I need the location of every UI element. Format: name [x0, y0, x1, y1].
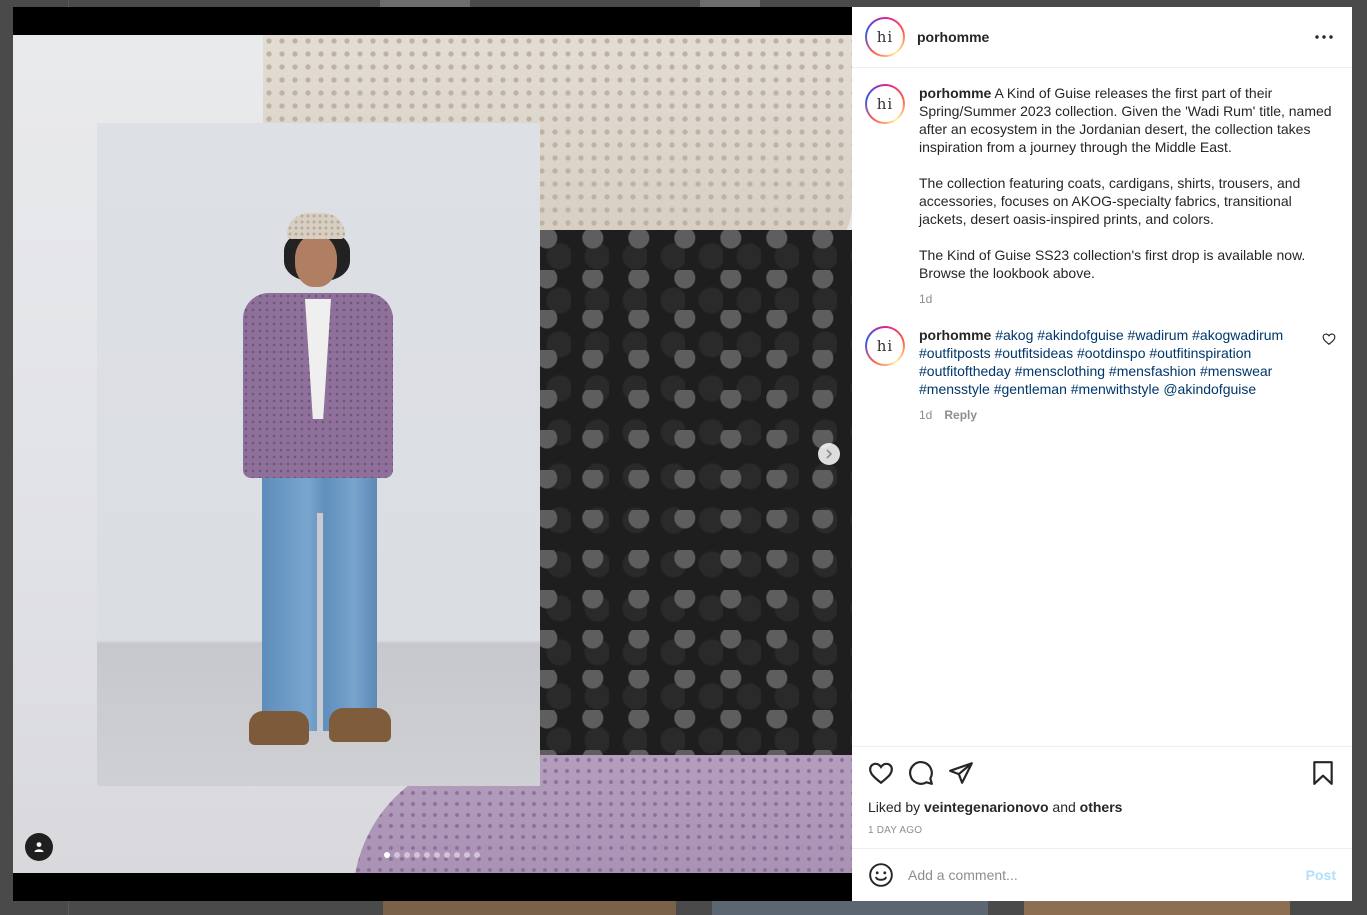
caption-meta: 1d	[919, 290, 1336, 308]
more-horizontal-icon	[1315, 35, 1333, 39]
avatar-logo: hi	[867, 86, 903, 122]
model-hat	[287, 213, 345, 239]
leg-gap	[317, 513, 323, 731]
chevron-right-icon	[826, 449, 833, 459]
comment-item: hi porhomme #akog #akindofguise #wadirum…	[865, 326, 1336, 424]
caption-username[interactable]: porhomme	[919, 85, 991, 101]
avatar-logo: hi	[867, 19, 903, 55]
carousel-dot	[434, 852, 440, 858]
avatar[interactable]: hi	[865, 326, 905, 366]
comment-username[interactable]: porhomme	[919, 327, 991, 343]
caption: hi porhomme A Kind of Guise releases the…	[865, 84, 1336, 308]
comment-bubble-icon[interactable]	[908, 760, 934, 786]
user-tag-icon	[34, 842, 44, 852]
comment-composer: Post	[852, 848, 1352, 901]
carousel-dot	[414, 852, 420, 858]
model-face	[295, 235, 337, 287]
post-modal: hi porhomme hi porhomme A Kind of Guise …	[13, 7, 1352, 901]
model-boot-left	[249, 711, 309, 745]
comment-meta: 1d Reply	[919, 406, 1308, 424]
carousel-dot	[424, 852, 430, 858]
carousel-photo[interactable]	[13, 35, 852, 873]
carousel-dot	[444, 852, 450, 858]
carousel-dot	[404, 852, 410, 858]
post-author[interactable]: porhomme	[917, 29, 1312, 45]
lookbook-inset	[97, 123, 540, 786]
tagged-users-button[interactable]	[25, 833, 53, 861]
carousel-next-button[interactable]	[818, 443, 840, 465]
carousel-dot	[394, 852, 400, 858]
likes-and: and	[1052, 799, 1076, 815]
bookmark-icon[interactable]	[1310, 760, 1336, 786]
post-sidebar: hi porhomme hi porhomme A Kind of Guise …	[852, 7, 1352, 901]
avatar-logo: hi	[867, 328, 903, 364]
comments-list: hi porhomme A Kind of Guise releases the…	[852, 68, 1352, 746]
likes-user[interactable]: veintegenarionovo	[924, 799, 1048, 815]
carousel-dot	[474, 852, 480, 858]
avatar[interactable]: hi	[865, 84, 905, 124]
likes-summary: Liked by veintegenarionovo and others	[868, 799, 1336, 815]
comment-time[interactable]: 1d	[919, 406, 932, 424]
backdrop-thumb	[383, 901, 676, 915]
post-timestamp[interactable]: 1 DAY AGO	[868, 825, 1336, 836]
caption-time[interactable]: 1d	[919, 290, 932, 308]
backdrop-thumb	[712, 901, 988, 915]
comment-input[interactable]	[908, 867, 1306, 883]
paper-plane-icon[interactable]	[948, 760, 974, 786]
caption-body: porhomme A Kind of Guise releases the fi…	[919, 84, 1336, 308]
caption-text: A Kind of Guise releases the first part …	[919, 85, 1332, 281]
post-media	[13, 7, 852, 901]
comment-like-icon[interactable]	[1322, 332, 1336, 346]
curly-hair	[533, 230, 852, 790]
action-bar	[868, 759, 1336, 787]
carousel-dot	[454, 852, 460, 858]
heart-icon[interactable]	[868, 760, 894, 786]
comment-body: porhomme #akog #akindofguise #wadirum #a…	[919, 326, 1308, 424]
likes-prefix: Liked by	[868, 799, 921, 815]
carousel-indicator	[384, 852, 480, 858]
comment-text-block: porhomme #akog #akindofguise #wadirum #a…	[919, 326, 1308, 398]
carousel-dot	[384, 852, 390, 858]
reply-button[interactable]: Reply	[944, 406, 977, 424]
more-options-button[interactable]	[1312, 25, 1336, 49]
post-comment-button[interactable]: Post	[1306, 867, 1336, 883]
model-figure	[237, 213, 397, 768]
backdrop-thumb	[1024, 901, 1290, 915]
model-boot-right	[329, 708, 391, 742]
smiley-icon[interactable]	[868, 862, 894, 888]
caption-text-block: porhomme A Kind of Guise releases the fi…	[919, 84, 1336, 282]
post-actions: Liked by veintegenarionovo and others 1 …	[852, 746, 1352, 836]
post-header: hi porhomme	[852, 7, 1352, 68]
carousel-dot	[464, 852, 470, 858]
avatar[interactable]: hi	[865, 17, 905, 57]
likes-others[interactable]: others	[1080, 799, 1123, 815]
